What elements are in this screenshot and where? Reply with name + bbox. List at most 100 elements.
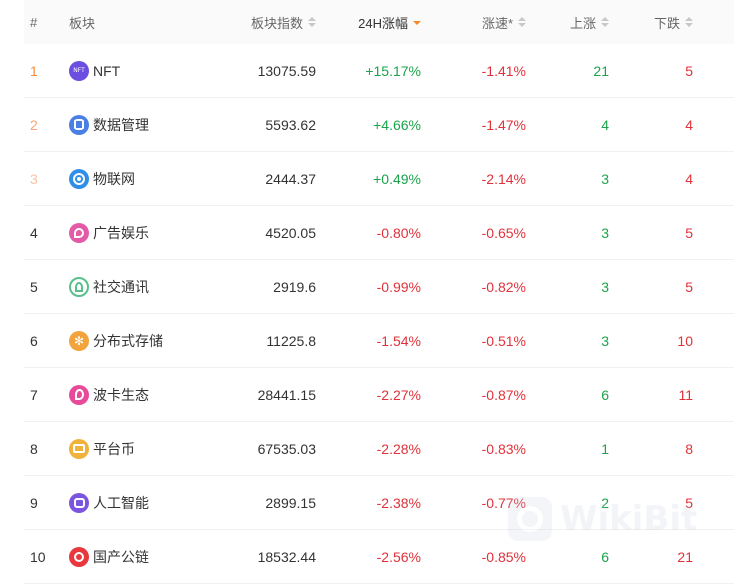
sector-name[interactable]: 波卡生态	[93, 385, 149, 405]
rank-number: 1	[30, 62, 38, 79]
sector-name-cell[interactable]: 波卡生态	[69, 368, 219, 421]
down-count: 21	[677, 548, 693, 565]
table-row[interactable]: 1 NFT NFT 13075.59 +15.17% -1.41% 21 5	[24, 44, 734, 98]
rank-number: 2	[30, 116, 38, 133]
change-24h-value: -1.54%	[376, 332, 421, 349]
speed-value: -0.51%	[481, 332, 526, 349]
sort-icon	[601, 17, 609, 27]
sector-name-cell[interactable]: ✻ 分布式存储	[69, 314, 219, 367]
header-rank: #	[30, 14, 38, 30]
sector-name-cell[interactable]: NFT NFT	[69, 44, 219, 97]
up-count: 3	[601, 332, 609, 349]
sector-table: # 板块 板块指数 24H涨幅 涨速* 上涨 下跌 1 NFT NFT 1307…	[24, 0, 734, 584]
header-up-sort[interactable]: 上涨	[539, 0, 609, 44]
table-row[interactable]: 6 ✻ 分布式存储 11225.8 -1.54% -0.51% 3 10	[24, 314, 734, 368]
header-sector: 板块	[69, 15, 96, 31]
iot-icon	[69, 168, 89, 189]
rank-number: 5	[30, 278, 38, 295]
change-24h-value: -0.80%	[376, 224, 421, 241]
sector-index-value: 13075.59	[257, 62, 316, 79]
header-speed-sort[interactable]: 涨速*	[434, 0, 526, 44]
down-count: 5	[685, 278, 693, 295]
down-count: 4	[685, 116, 693, 133]
sector-name[interactable]: 人工智能	[93, 493, 149, 513]
sort-icon	[518, 17, 526, 27]
sector-name[interactable]: 数据管理	[93, 115, 149, 135]
up-count: 4	[601, 116, 609, 133]
speed-value: -0.77%	[481, 494, 526, 511]
table-row[interactable]: 4 广告娱乐 4520.05 -0.80% -0.65% 3 5	[24, 206, 734, 260]
speed-value: -1.41%	[481, 62, 526, 79]
sector-name-cell[interactable]: 广告娱乐	[69, 206, 219, 259]
change-24h-value: +0.49%	[373, 170, 421, 187]
table-row[interactable]: 10 国产公链 18532.44 -2.56% -0.85% 6 21	[24, 530, 734, 584]
sector-name-cell[interactable]: 物联网	[69, 152, 219, 205]
rank-number: 8	[30, 440, 38, 457]
change-24h-value: -0.99%	[376, 278, 421, 295]
speed-value: -1.47%	[481, 116, 526, 133]
rank-number: 10	[30, 548, 46, 565]
table-row[interactable]: 7 波卡生态 28441.15 -2.27% -0.87% 6 11	[24, 368, 734, 422]
speed-value: -0.65%	[481, 224, 526, 241]
table-row[interactable]: 8 平台币 67535.03 -2.28% -0.83% 1 8	[24, 422, 734, 476]
sector-name-cell[interactable]: 社交通讯	[69, 260, 219, 313]
down-count: 5	[685, 494, 693, 511]
database-icon	[69, 114, 89, 135]
sector-name[interactable]: 物联网	[93, 169, 135, 189]
sector-index-value: 2919.6	[273, 278, 316, 295]
up-count: 2	[601, 494, 609, 511]
speed-value: -0.82%	[481, 278, 526, 295]
sector-index-value: 11225.8	[266, 332, 316, 349]
change-24h-value: -2.38%	[376, 494, 421, 511]
nft-icon: NFT	[69, 60, 89, 81]
rank-number: 7	[30, 386, 38, 403]
up-count: 3	[601, 224, 609, 241]
table-row[interactable]: 3 物联网 2444.37 +0.49% -2.14% 3 4	[24, 152, 734, 206]
table-row[interactable]: 9 人工智能 2899.15 -2.38% -0.77% 2 5	[24, 476, 734, 530]
speed-value: -0.85%	[481, 548, 526, 565]
sector-name[interactable]: 平台币	[93, 439, 135, 459]
up-count: 3	[601, 278, 609, 295]
up-count: 1	[601, 440, 609, 457]
sector-name[interactable]: 分布式存储	[93, 331, 163, 351]
table-header: # 板块 板块指数 24H涨幅 涨速* 上涨 下跌	[24, 0, 734, 44]
sector-name[interactable]: 国产公链	[93, 547, 149, 567]
header-index-sort[interactable]: 板块指数	[214, 0, 316, 44]
sector-name-cell[interactable]: 数据管理	[69, 98, 219, 151]
sector-name[interactable]: 社交通讯	[93, 277, 149, 297]
speed-value: -0.83%	[481, 440, 526, 457]
change-24h-value: -2.27%	[376, 386, 421, 403]
sector-name-cell[interactable]: 国产公链	[69, 530, 219, 583]
change-24h-value: -2.56%	[376, 548, 421, 565]
header-down-sort[interactable]: 下跌	[619, 0, 693, 44]
change-24h-value: -2.28%	[376, 440, 421, 457]
rank-number: 9	[30, 494, 38, 511]
down-count: 5	[685, 224, 693, 241]
sector-name[interactable]: 广告娱乐	[93, 223, 149, 243]
sector-name[interactable]: NFT	[93, 63, 120, 79]
storage-icon: ✻	[69, 330, 89, 351]
down-count: 4	[685, 170, 693, 187]
sector-name-cell[interactable]: 平台币	[69, 422, 219, 475]
public-chain-icon	[69, 546, 89, 567]
header-change24h-sort[interactable]: 24H涨幅	[324, 0, 421, 44]
sector-index-value: 28441.15	[257, 386, 316, 403]
up-count: 6	[601, 386, 609, 403]
rank-number: 6	[30, 332, 38, 349]
sector-name-cell[interactable]: 人工智能	[69, 476, 219, 529]
change-24h-value: +4.66%	[373, 116, 421, 133]
ai-icon	[69, 492, 89, 513]
sector-index-value: 5593.62	[265, 116, 316, 133]
down-count: 10	[677, 332, 693, 349]
polkadot-icon	[69, 384, 89, 405]
table-row[interactable]: 2 数据管理 5593.62 +4.66% -1.47% 4 4	[24, 98, 734, 152]
rank-number: 4	[30, 224, 38, 241]
sector-index-value: 18532.44	[257, 548, 316, 565]
change-24h-value: +15.17%	[365, 62, 421, 79]
sector-index-value: 2899.15	[265, 494, 316, 511]
up-count: 3	[601, 170, 609, 187]
sort-icon	[685, 17, 693, 27]
up-count: 6	[601, 548, 609, 565]
table-row[interactable]: 5 社交通讯 2919.6 -0.99% -0.82% 3 5	[24, 260, 734, 314]
up-count: 21	[593, 62, 609, 79]
